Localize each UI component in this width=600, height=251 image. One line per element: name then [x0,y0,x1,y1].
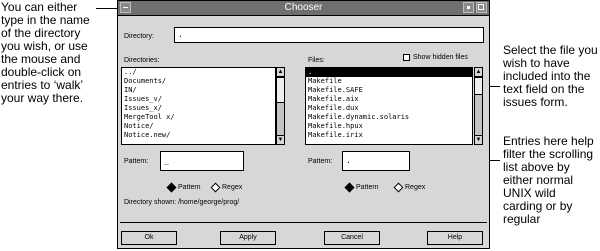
list-item[interactable]: Notice/ [122,122,275,131]
scroll-down-arrow-icon[interactable]: ▼ [475,135,482,144]
file-pattern-radio[interactable] [344,182,355,193]
file-pattern-input[interactable]: . [342,151,410,171]
files-list[interactable]: . Makefile Makefile.SAFE Makefile.aix Ma… [305,67,473,145]
file-regex-radio-label: Regex [405,184,426,191]
dir-pattern-label: Pattern: [124,158,149,165]
list-item[interactable]: Makefile.aix [306,95,472,104]
directory-label: Directory: [124,33,154,40]
list-item[interactable]: Issues_x/ [122,104,275,113]
callout-line-text: your way there. [1,91,84,105]
list-item[interactable]: Makefile.dynamic.solaris [306,113,472,122]
list-item[interactable]: Makefile.hpux [306,122,472,131]
list-item-selected[interactable]: . [306,68,472,77]
list-item[interactable]: IN/ [122,86,275,95]
callout-right-top: Select the file you wish to have include… [503,44,600,109]
list-item[interactable]: ../ [122,68,275,77]
dir-pattern-radio[interactable] [166,182,177,193]
directories-label: Directories: [124,57,160,64]
apply-button[interactable]: Apply [220,231,276,245]
dir-regex-radio-label: Regex [222,184,243,191]
list-item[interactable]: Makefile.irix [306,131,472,140]
ok-button[interactable]: Ok [121,231,177,245]
chooser-window: Chooser Directory: . Directories: ../ Do… [117,0,490,249]
button-separator [120,222,487,223]
callout-left: You can either type in the name of the d… [1,1,115,105]
dir-pattern-input[interactable]: _ [160,151,244,171]
directories-scrollbar[interactable]: ▲ ▼ [276,67,285,145]
help-button[interactable]: Help [427,231,483,245]
maximize-icon[interactable] [476,2,487,13]
window-title: Chooser [284,2,323,13]
directory-shown-status: Directory shown: /home/george/prog/ [124,199,240,206]
scroll-thumb[interactable] [475,77,482,95]
list-item[interactable]: Makefile.dux [306,104,472,113]
callout-line-text: regular [503,212,541,226]
list-item[interactable]: Makefile.SAFE [306,86,472,95]
files-scrollbar[interactable]: ▲ ▼ [474,67,483,145]
list-item[interactable]: Notice.new/ [122,131,275,140]
show-hidden-files-label: Show hidden files [413,54,468,61]
title-bar[interactable]: Chooser [118,1,489,16]
file-pattern-radio-label: Pattern [356,184,379,191]
list-item[interactable]: Documents/ [122,77,275,86]
file-pattern-label: Pattern: [308,158,333,165]
callout-line-text: issues form. [503,95,568,109]
scroll-up-arrow-icon[interactable]: ▲ [277,68,284,77]
list-item[interactable]: Makefile [306,77,472,86]
directories-list[interactable]: ../ Documents/ IN/ Issues_v/ Issues_x/ M… [121,67,276,145]
list-item[interactable]: Issues_v/ [122,95,275,104]
minimize-icon[interactable] [463,2,474,13]
directory-input[interactable]: . [174,27,484,43]
scroll-up-arrow-icon[interactable]: ▲ [475,68,482,77]
dir-regex-radio[interactable] [210,182,221,193]
files-label: Files: [308,57,325,64]
scroll-thumb[interactable] [277,77,284,103]
callout-right-bottom: Entries here help filter the scrolling l… [503,135,600,226]
cancel-button[interactable]: Cancel [324,231,380,245]
file-regex-radio[interactable] [393,182,404,193]
dir-pattern-radio-label: Pattern [178,184,201,191]
scroll-down-arrow-icon[interactable]: ▼ [277,135,284,144]
list-item[interactable]: MergeTool x/ [122,113,275,122]
show-hidden-files-checkbox[interactable] [403,54,410,61]
